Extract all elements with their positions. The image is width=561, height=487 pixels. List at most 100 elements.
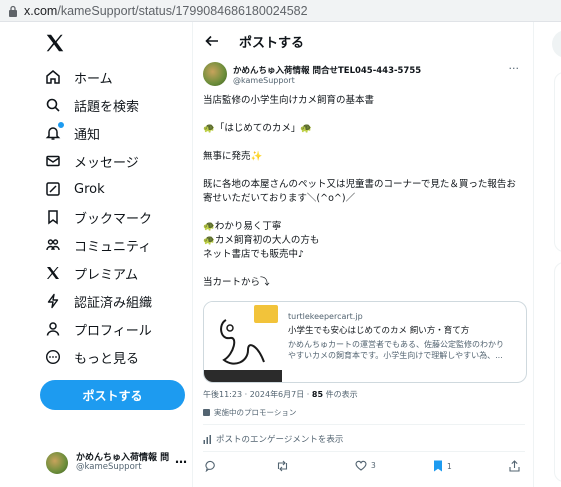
post-button[interactable]: ポストする xyxy=(40,380,185,410)
right-sidebar xyxy=(534,22,561,487)
url-text: x.com/kameSupport/status/179908468618002… xyxy=(24,4,308,18)
account-handle: @kameSupport xyxy=(76,462,142,473)
mail-icon xyxy=(44,152,62,170)
nav-label-profile: プロフィール xyxy=(74,323,152,339)
bookmark-button[interactable]: 1 xyxy=(433,460,452,472)
bookmark-icon xyxy=(44,208,62,226)
tweet-text-line: ネット書店でも販売中♪ xyxy=(203,249,305,260)
promotion-link[interactable]: 実施中のプロモーション xyxy=(203,407,296,418)
nav-item-communities[interactable]: コミュニティ xyxy=(44,232,151,258)
tweet-author[interactable]: かめんちゅ入荷情報 問合せTEL045-443-5755 @kameSuppor… xyxy=(203,62,523,90)
search-box[interactable] xyxy=(552,30,561,58)
lock-icon xyxy=(9,5,17,17)
main-column: ポストする かめんちゅ入荷情報 問合せTEL045-443-5755 @kame… xyxy=(192,22,534,487)
communities-icon xyxy=(44,236,62,254)
repost-icon xyxy=(277,460,288,472)
bookmark-count: 1 xyxy=(447,461,452,471)
tweet-date[interactable]: 2024年6月7日 xyxy=(250,390,305,399)
x-logo-icon[interactable] xyxy=(44,32,66,54)
tweet-time[interactable]: 午後11:23 xyxy=(203,390,242,399)
share-icon xyxy=(509,460,520,472)
url-path: /kameSupport/status/1799084686180024582 xyxy=(57,3,308,18)
nav-label-notifications: 通知 xyxy=(74,127,101,143)
account-switcher[interactable]: かめんちゅ入荷情報 問 @kameSupport … xyxy=(46,446,191,480)
repost-button[interactable] xyxy=(276,460,293,472)
reply-icon xyxy=(205,460,215,472)
search-icon xyxy=(44,96,62,114)
bookmark-filled-icon xyxy=(434,460,442,472)
address-bar[interactable]: x.com/kameSupport/status/179908468618002… xyxy=(0,0,561,22)
divider xyxy=(203,451,525,452)
nav-item-home[interactable]: ホーム xyxy=(44,64,113,90)
reply-button[interactable] xyxy=(205,460,221,472)
tweet-text-line: 既に各地の本屋さんのペット又は児童書のコーナーで見た＆買った報告お xyxy=(203,179,516,190)
grok-icon xyxy=(44,180,62,198)
link-card-description: かめんちゅカートの運営者でもある、佐藤公定監修のわかり xyxy=(288,340,504,349)
tweet-text-line: 🐢「はじめてのカメ」🐢 xyxy=(203,123,313,134)
tweet-actions: 3 1 xyxy=(193,458,533,484)
tweet-text-line: 寄せいただいております＼(^o^)／ xyxy=(203,193,356,204)
author-name[interactable]: かめんちゅ入荷情報 問合せTEL045-443-5755 xyxy=(233,64,421,76)
nav-label-explore: 話題を検索 xyxy=(74,99,140,115)
nav-label-grok: Grok xyxy=(74,181,105,197)
nav-label-messages: メッセージ xyxy=(74,155,139,171)
heart-icon xyxy=(355,460,367,471)
nav-item-notifications[interactable]: 通知 xyxy=(44,120,100,146)
page-header: ポストする xyxy=(193,22,533,60)
sidebar-panel xyxy=(554,72,561,252)
tweet-text-line: 🐢わかり易く丁寧 xyxy=(203,221,282,232)
nav-label-premium: プレミアム xyxy=(74,267,139,283)
person-icon xyxy=(44,320,62,338)
x-premium-icon xyxy=(44,264,62,282)
bell-icon xyxy=(44,121,65,142)
promotion-icon xyxy=(203,409,210,416)
nav-item-more[interactable]: もっと見る xyxy=(44,344,139,370)
like-button[interactable]: 3 xyxy=(355,460,376,471)
view-engagements-link[interactable]: ポストのエンゲージメントを表示 xyxy=(203,433,343,445)
tweet-text-line: 当店監修の小学生向けカメ飼育の基本書 xyxy=(203,95,375,106)
promotion-label: 実施中のプロモーション xyxy=(214,408,297,417)
link-card[interactable]: turtlekeepercart.jp 小学生でも安心はじめてのカメ 飼い方・育… xyxy=(203,301,527,383)
link-card-title: 小学生でも安心はじめてのカメ 飼い方・育て方 xyxy=(288,326,470,336)
views-count: 85 xyxy=(311,390,324,399)
more-options-icon[interactable]: ··· xyxy=(509,62,520,75)
lightning-icon xyxy=(44,292,62,310)
more-dots-icon: … xyxy=(175,452,187,466)
nav-item-profile[interactable]: プロフィール xyxy=(44,316,152,342)
nav-label-verified-orgs: 認証済み組織 xyxy=(74,295,153,311)
tweet-timestamp: 午後11:23 · 2024年6月7日 · 85 件の表示 xyxy=(203,390,358,399)
nav-label-more: もっと見る xyxy=(74,351,140,367)
nav-item-explore[interactable]: 話題を検索 xyxy=(44,92,139,118)
share-button[interactable] xyxy=(509,460,524,472)
nav-item-verified-orgs[interactable]: 認証済み組織 xyxy=(44,288,152,314)
link-card-domain: turtlekeepercart.jp xyxy=(288,312,363,321)
tweet-text-line: 当カートから⤵ xyxy=(203,277,270,288)
notification-badge xyxy=(57,121,65,129)
nav-label-communities: コミュニティ xyxy=(74,239,152,255)
back-arrow-icon[interactable] xyxy=(203,32,221,50)
nav-item-bookmarks[interactable]: ブックマーク xyxy=(44,204,152,230)
tweet-text-line: 無事に発売✨ xyxy=(203,151,263,162)
nav-label-bookmarks: ブックマーク xyxy=(74,211,153,227)
home-icon xyxy=(44,68,62,86)
author-handle[interactable]: @kameSupport xyxy=(233,76,295,85)
divider xyxy=(203,424,525,425)
sidebar-panel xyxy=(554,262,561,482)
tweet-text-line: 🐢カメ飼育初の大人の方も xyxy=(203,235,320,246)
avatar xyxy=(46,452,68,474)
url-host: x.com xyxy=(24,3,58,18)
nav-item-messages[interactable]: メッセージ xyxy=(44,148,139,174)
left-navigation: ホーム 話題を検索 通知 メッセージ Grok ブックマーク コミュニティ プレ… xyxy=(0,22,192,487)
nav-item-grok[interactable]: Grok xyxy=(44,176,105,202)
author-avatar[interactable] xyxy=(203,62,227,86)
page-title: ポストする xyxy=(239,35,305,51)
nav-label-home: ホーム xyxy=(74,71,113,87)
engagement-label: ポストのエンゲージメントを表示 xyxy=(216,435,344,445)
views-label: 件の表示 xyxy=(325,390,358,399)
like-count: 3 xyxy=(371,461,376,470)
analytics-icon xyxy=(203,434,211,444)
more-circle-icon xyxy=(44,348,62,366)
nav-item-premium[interactable]: プレミアム xyxy=(44,260,138,286)
link-card-thumbnail xyxy=(204,302,282,382)
link-card-description: やすいカメの飼育本です。小学生向けで理解しやすい為、... xyxy=(288,351,503,360)
